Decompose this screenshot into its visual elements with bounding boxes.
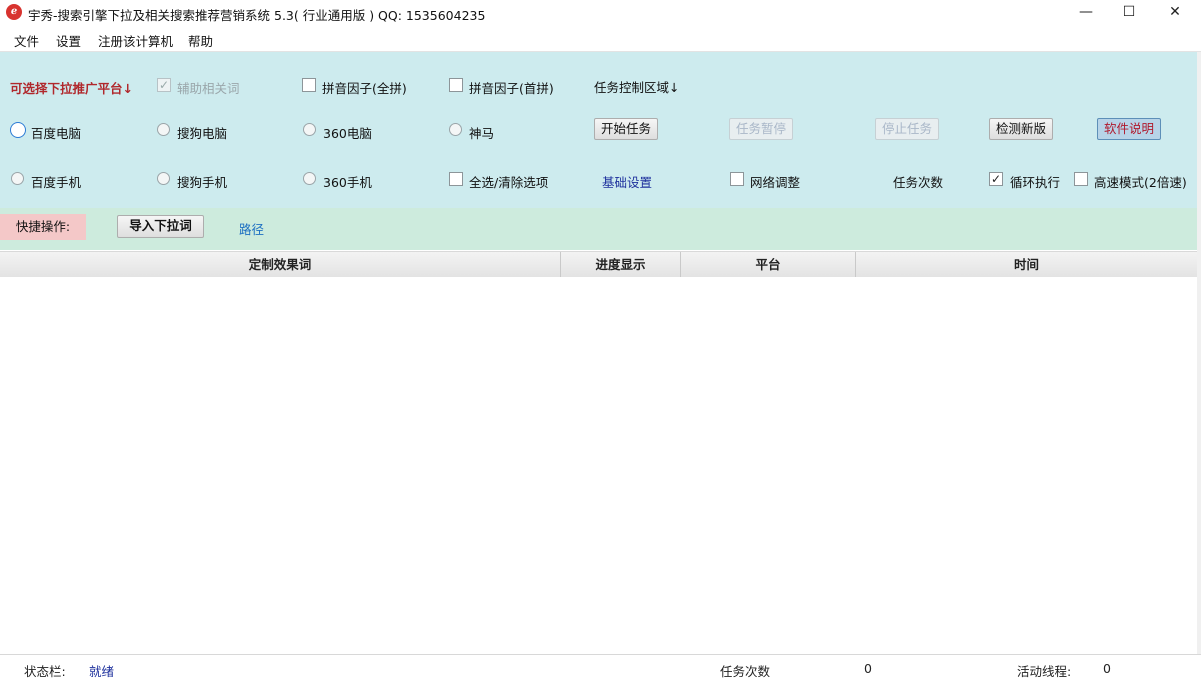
start-task-button[interactable]: 开始任务 bbox=[594, 118, 658, 140]
col-header-time[interactable]: 时间 bbox=[856, 252, 1197, 277]
radio-shenma[interactable] bbox=[449, 123, 462, 136]
radio-label-shenma: 神马 bbox=[469, 126, 495, 141]
stop-task-button[interactable]: 停止任务 bbox=[875, 118, 939, 140]
quick-ops-bar: 快捷操作: 导入下拉词 路径 bbox=[0, 208, 1197, 250]
task-count-label: 任务次数 bbox=[893, 175, 944, 190]
status-value: 就绪 bbox=[89, 664, 115, 679]
select-all-label: 全选/清除选项 bbox=[469, 175, 549, 190]
radio-360-mobile[interactable] bbox=[303, 172, 316, 185]
network-adjust-label: 网络调整 bbox=[750, 175, 801, 190]
col-header-progress[interactable]: 进度显示 bbox=[561, 252, 681, 277]
pinyin-initial-label: 拼音因子(首拼) bbox=[469, 81, 554, 96]
status-threads-label: 活动线程: bbox=[1017, 664, 1072, 679]
status-bar: 状态栏: 就绪 任务次数 0 活动线程: 0 bbox=[0, 654, 1201, 680]
radio-label-360-mobile: 360手机 bbox=[323, 175, 372, 190]
status-task-count: 0 bbox=[864, 661, 872, 676]
radio-label-360-pc: 360电脑 bbox=[323, 126, 372, 141]
assist-related-label: 辅助相关词 bbox=[177, 81, 240, 96]
status-threads: 0 bbox=[1103, 661, 1111, 676]
radio-baidu-pc[interactable] bbox=[10, 122, 26, 138]
network-adjust-checkbox[interactable] bbox=[730, 172, 744, 186]
assist-related-checkbox[interactable]: ✓ bbox=[157, 78, 171, 92]
check-update-button[interactable]: 检测新版 bbox=[989, 118, 1053, 140]
pinyin-initial-checkbox[interactable] bbox=[449, 78, 463, 92]
radio-sogou-mobile[interactable] bbox=[157, 172, 170, 185]
menu-bar: 文件 设置 注册该计算机 帮助 bbox=[0, 26, 1201, 52]
maximize-button[interactable]: ☐ bbox=[1106, 0, 1152, 26]
high-speed-label: 高速模式(2倍速) bbox=[1094, 175, 1187, 190]
radio-label-baidu-mobile: 百度手机 bbox=[31, 175, 82, 190]
import-keywords-button[interactable]: 导入下拉词 bbox=[117, 215, 204, 238]
pause-task-button[interactable]: 任务暂停 bbox=[729, 118, 793, 140]
menu-settings[interactable]: 设置 bbox=[56, 31, 81, 50]
menu-file[interactable]: 文件 bbox=[14, 31, 39, 50]
path-link[interactable]: 路径 bbox=[239, 219, 264, 238]
vertical-scrollbar[interactable] bbox=[1197, 52, 1201, 654]
radio-sogou-pc[interactable] bbox=[157, 123, 170, 136]
status-label: 状态栏: bbox=[24, 664, 66, 679]
status-task-count-label: 任务次数 bbox=[720, 664, 771, 679]
basic-settings-link[interactable]: 基础设置 bbox=[602, 172, 652, 191]
platform-label: 可选择下拉推广平台↓ bbox=[10, 81, 133, 96]
menu-help[interactable]: 帮助 bbox=[188, 31, 213, 50]
options-panel: 可选择下拉推广平台↓ ✓ 辅助相关词 拼音因子(全拼) 拼音因子(首拼) 任务控… bbox=[0, 52, 1198, 208]
loop-exec-checkbox[interactable]: ✓ bbox=[989, 172, 1003, 186]
pinyin-full-checkbox[interactable] bbox=[302, 78, 316, 92]
table-header: 定制效果词 进度显示 平台 时间 bbox=[0, 251, 1197, 278]
col-header-keyword[interactable]: 定制效果词 bbox=[0, 252, 561, 277]
radio-label-sogou-pc: 搜狗电脑 bbox=[177, 126, 228, 141]
radio-label-baidu-pc: 百度电脑 bbox=[31, 126, 82, 141]
title-bar: ℯ 宇秀-搜索引擎下拉及相关搜索推荐营销系统 5.3( 行业通用版 ) QQ: … bbox=[0, 0, 1201, 26]
radio-360-pc[interactable] bbox=[303, 123, 316, 136]
manual-button[interactable]: 软件说明 bbox=[1097, 118, 1161, 140]
table-body[interactable] bbox=[0, 277, 1197, 653]
quick-ops-label: 快捷操作: bbox=[0, 214, 86, 240]
loop-exec-label: 循环执行 bbox=[1010, 175, 1061, 190]
col-header-platform[interactable]: 平台 bbox=[681, 252, 856, 277]
pinyin-full-label: 拼音因子(全拼) bbox=[322, 81, 407, 96]
close-button[interactable]: ✕ bbox=[1152, 0, 1198, 26]
app-logo-icon: ℯ bbox=[6, 4, 22, 20]
select-all-checkbox[interactable] bbox=[449, 172, 463, 186]
menu-register[interactable]: 注册该计算机 bbox=[98, 31, 173, 50]
task-area-label: 任务控制区域↓ bbox=[594, 80, 680, 95]
high-speed-checkbox[interactable] bbox=[1074, 172, 1088, 186]
window-title: 宇秀-搜索引擎下拉及相关搜索推荐营销系统 5.3( 行业通用版 ) QQ: 15… bbox=[28, 8, 486, 23]
minimize-button[interactable]: — bbox=[1063, 0, 1109, 26]
radio-label-sogou-mobile: 搜狗手机 bbox=[177, 175, 228, 190]
radio-baidu-mobile[interactable] bbox=[11, 172, 24, 185]
